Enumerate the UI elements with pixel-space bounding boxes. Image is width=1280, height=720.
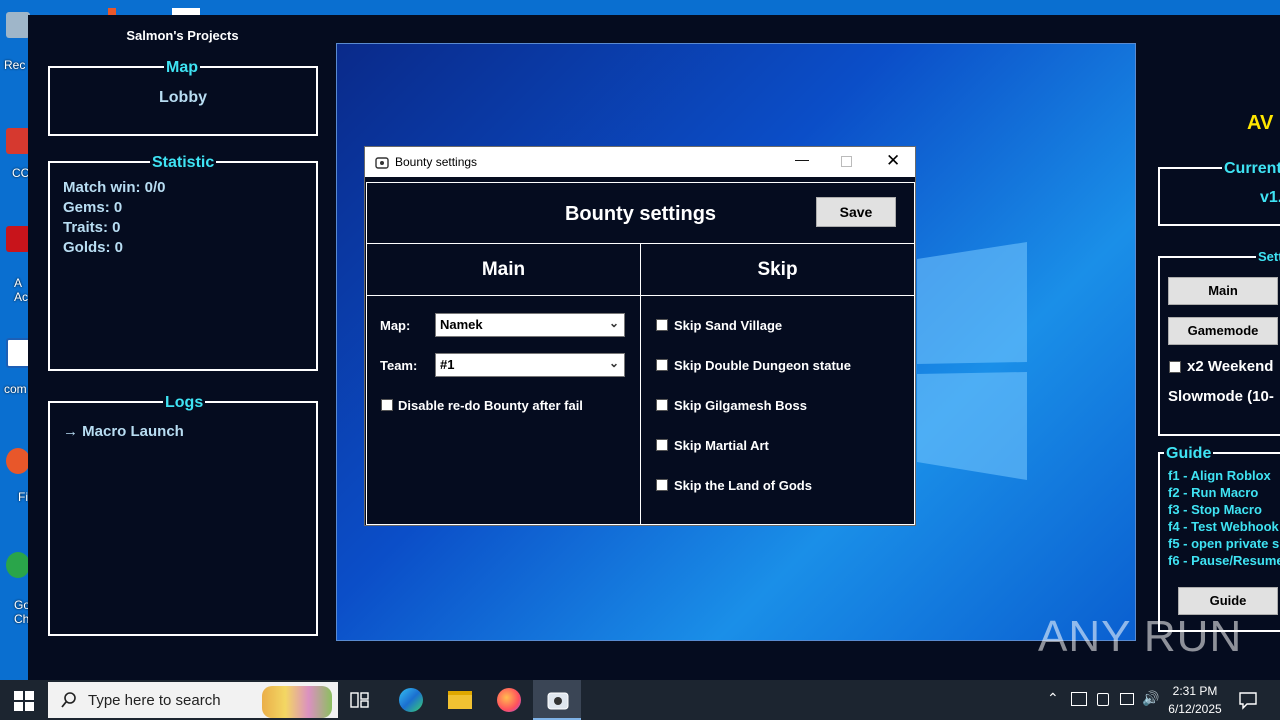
skip-header: Skip: [757, 259, 798, 280]
main-header: Main: [481, 259, 526, 280]
guide-button[interactable]: Guide: [1178, 587, 1278, 615]
bounty-settings-dialog: Bounty settings — ✕ Bounty settings Save…: [364, 146, 916, 526]
settings-legend: Sett: [1256, 249, 1280, 264]
stat-traits: Traits: 0: [63, 219, 121, 236]
skip-martial-art-checkbox[interactable]: [656, 439, 668, 451]
show-hidden-icons-chevron-up-icon[interactable]: ⌃: [1047, 690, 1059, 707]
main-button[interactable]: Main: [1168, 277, 1278, 305]
close-icon[interactable]: ✕: [886, 151, 900, 171]
slowmode-label: Slowmode (10-: [1168, 388, 1274, 405]
stat-gems: Gems: 0: [63, 199, 123, 216]
map-legend: Map: [164, 59, 200, 77]
stat-match-win: Match win: 0/0: [63, 179, 166, 196]
guide-line: f3 - Stop Macro: [1168, 502, 1262, 517]
desktop-icon-label: Fi: [18, 490, 28, 504]
skip-land-of-gods-label: Skip the Land of Gods: [674, 478, 812, 493]
statistic-legend: Statistic: [150, 154, 217, 172]
macro-title: Salmon's Projects: [126, 28, 239, 43]
task-view-icon[interactable]: [350, 690, 370, 710]
guide-legend: Guide: [1164, 445, 1214, 463]
anyrun-watermark: ANY RUN: [1038, 612, 1243, 661]
firefox-icon[interactable]: [497, 688, 521, 712]
team-select[interactable]: #1 ⌄: [435, 353, 625, 377]
team-label: Team:: [380, 358, 418, 373]
clock-time[interactable]: 2:31 PM: [1160, 684, 1230, 698]
skip-sand-village-label: Skip Sand Village: [674, 318, 783, 333]
stat-golds: Golds: 0: [63, 239, 124, 256]
x2-weekend-checkbox[interactable]: [1169, 361, 1181, 373]
ccleaner-icon[interactable]: [6, 128, 30, 154]
skip-double-dungeon-label: Skip Double Dungeon statue: [674, 358, 851, 373]
team-select-value: #1: [440, 357, 455, 372]
skip-martial-art-label: Skip Martial Art: [674, 438, 769, 453]
map-select[interactable]: Namek ⌄: [435, 313, 625, 337]
guide-line: f1 - Align Roblox: [1168, 468, 1271, 483]
network-adapter-icon[interactable]: [1097, 693, 1109, 706]
recycle-bin-icon[interactable]: [6, 12, 30, 38]
volume-icon[interactable]: 🔊: [1142, 690, 1159, 707]
av-title: AV: [1247, 112, 1274, 134]
guide-line: f4 - Test Webhook: [1168, 519, 1279, 534]
log-entry: → Macro Launch: [63, 423, 184, 440]
chrome-desktop-icon[interactable]: [6, 552, 30, 578]
firefox-desktop-icon[interactable]: [6, 448, 30, 474]
disable-redo-checkbox[interactable]: [381, 399, 393, 411]
map-label: Map:: [380, 318, 411, 333]
map-select-value: Namek: [440, 317, 483, 332]
gamemode-button[interactable]: Gamemode: [1168, 317, 1278, 345]
map-value: Lobby: [159, 89, 207, 106]
logs-legend: Logs: [163, 394, 206, 412]
disable-redo-label: Disable re-do Bounty after fail: [398, 398, 583, 413]
macro-app-icon: [547, 692, 569, 710]
dialog-titlebar[interactable]: Bounty settings — ✕: [365, 147, 915, 177]
dialog-window-title: Bounty settings: [395, 155, 478, 169]
skip-land-of-gods-checkbox[interactable]: [656, 479, 668, 491]
skip-double-dungeon-checkbox[interactable]: [656, 359, 668, 371]
x2-weekend-label: x2 Weekend: [1187, 358, 1274, 375]
file-explorer-icon[interactable]: [448, 691, 472, 709]
taskbar-search-placeholder: Type here to search: [88, 692, 221, 709]
skip-gilgamesh-checkbox[interactable]: [656, 399, 668, 411]
app-icon: [375, 157, 389, 169]
guide-line: f2 - Run Macro: [1168, 485, 1259, 500]
save-button[interactable]: Save: [816, 197, 896, 227]
windows-start-icon[interactable]: [14, 691, 34, 711]
flowers-icon: [262, 686, 332, 718]
desktop-icon-label: A Ac: [14, 276, 29, 304]
notification-icon[interactable]: [1238, 690, 1258, 710]
desktop-icon-label: CC: [12, 166, 30, 180]
chevron-down-icon: ⌄: [608, 316, 619, 330]
edge-icon[interactable]: [399, 688, 423, 712]
minimize-icon[interactable]: —: [795, 151, 809, 167]
skip-gilgamesh-label: Skip Gilgamesh Boss: [674, 398, 807, 413]
desktop-icon-label: com: [4, 382, 27, 396]
acrobat-icon[interactable]: [6, 226, 30, 252]
clock-date[interactable]: 6/12/2025: [1160, 702, 1230, 716]
skip-sand-village-checkbox[interactable]: [656, 319, 668, 331]
desktop-icon-label: Rec: [4, 58, 26, 72]
security-icon[interactable]: [1071, 692, 1087, 706]
network-icon[interactable]: [1120, 693, 1134, 705]
search-icon: [61, 692, 76, 708]
maximize-icon[interactable]: [841, 156, 852, 167]
chevron-down-icon: ⌄: [608, 356, 619, 370]
current-legend: Current: [1222, 160, 1280, 178]
guide-line: f6 - Pause/Resume: [1168, 553, 1280, 568]
current-version: v1.: [1260, 189, 1280, 206]
guide-line: f5 - open private s: [1168, 536, 1280, 551]
